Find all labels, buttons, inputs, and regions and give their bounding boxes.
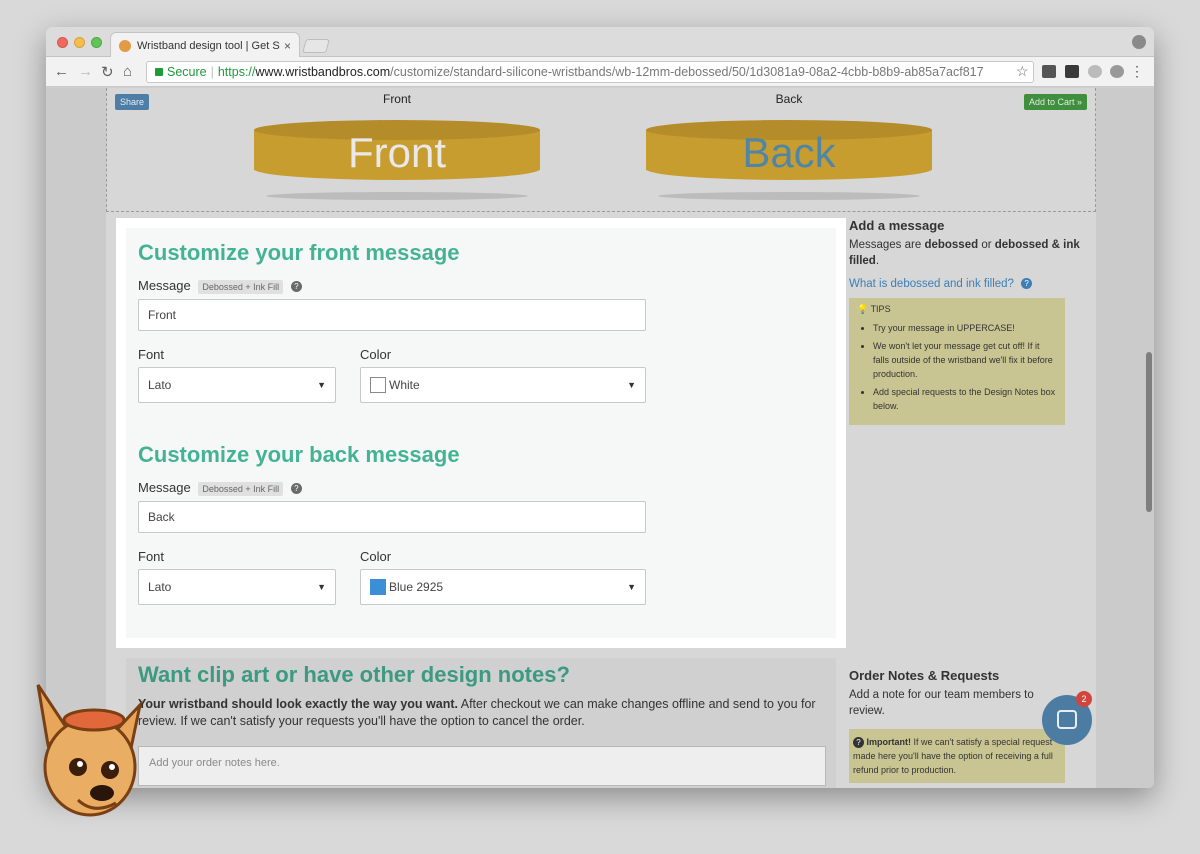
- important-box: ? Important! If we can't satisfy a speci…: [849, 729, 1065, 783]
- wristband-preview: Share Add to Cart » Front Back Front Bac…: [106, 88, 1096, 212]
- order-notes-text: Add a note for our team members to revie…: [849, 689, 1034, 717]
- circle-extension-icon[interactable]: [1110, 65, 1124, 78]
- order-notes-textarea[interactable]: Add your order notes here.: [138, 746, 826, 786]
- customize-panel-inner: Customize your front message Message Deb…: [126, 228, 836, 638]
- tips-box: 💡 TIPS Try your message in UPPERCASE! We…: [849, 298, 1065, 425]
- scrollbar[interactable]: [1144, 88, 1154, 788]
- page-content: Share Add to Cart » Front Back Front Bac…: [106, 88, 1096, 788]
- chevron-down-icon: ▼: [317, 582, 326, 592]
- maximize-window-button[interactable]: [91, 37, 102, 48]
- back-font-value: Lato: [148, 580, 172, 594]
- cloud-extension-icon[interactable]: [1088, 65, 1102, 78]
- front-font-value: Lato: [148, 378, 172, 392]
- front-color-value: White: [389, 378, 420, 392]
- url-host: www.wristbandbros.com: [255, 65, 391, 79]
- mail-extension-icon[interactable]: [1065, 65, 1079, 78]
- share-button[interactable]: Share: [115, 94, 150, 110]
- front-section-title: Customize your front message: [138, 240, 460, 265]
- back-font-select[interactable]: Lato ▼: [138, 569, 336, 605]
- add-to-cart-button[interactable]: Add to Cart »: [1023, 94, 1087, 110]
- order-notes-heading: Order Notes & Requests: [849, 668, 1000, 683]
- front-label: Front: [382, 92, 411, 106]
- help-icon[interactable]: ?: [290, 281, 302, 293]
- chat-button[interactable]: 2: [1042, 691, 1092, 745]
- browser-menu-icon[interactable]: ⋮: [1130, 63, 1144, 80]
- tab-title: Wristband design tool | Get St: [137, 39, 280, 52]
- front-color-swatch: [370, 376, 386, 393]
- design-notes-panel: Want clip art or have other design notes…: [126, 658, 836, 788]
- order-notes-sidebar: Order Notes & Requests Add a note for ou…: [849, 668, 1069, 783]
- chat-bubble-icon: [1057, 710, 1077, 729]
- favicon-icon: [119, 39, 131, 52]
- front-band-preview: Front: [254, 120, 540, 200]
- pocket-extension-icon[interactable]: [1042, 65, 1056, 78]
- back-message-label-row: Message Debossed + Ink Fill ?: [138, 480, 302, 496]
- chihuahua-mascot-logo: [36, 684, 143, 817]
- design-notes-text: Your wristband should look exactly the w…: [138, 697, 816, 728]
- browser-toolbar: ← → ↻ ⌂ Secure | https://www.wristbandbros…: [46, 57, 1154, 87]
- reload-icon[interactable]: ↻: [101, 63, 114, 81]
- browser-tab[interactable]: Wristband design tool | Get St ×: [110, 32, 300, 58]
- tab-close-icon[interactable]: ×: [284, 39, 291, 53]
- back-band-text: Back: [742, 129, 836, 176]
- design-notes-title: Want clip art or have other design notes…: [138, 662, 570, 687]
- back-color-swatch: [370, 578, 386, 595]
- add-message-text: Messages are debossed or debossed & ink …: [849, 239, 1080, 267]
- close-window-button[interactable]: [57, 37, 68, 48]
- back-color-value: Blue 2925: [389, 580, 444, 594]
- front-font-label: Font: [138, 347, 165, 362]
- back-label: Back: [775, 92, 803, 106]
- chat-unread-badge: 2: [1076, 691, 1092, 707]
- back-message-input[interactable]: Back: [138, 501, 646, 533]
- lightbulb-icon: 💡: [857, 304, 869, 314]
- scrollbar-thumb[interactable]: [1146, 352, 1152, 512]
- customize-panel: Customize your front message Message Deb…: [116, 218, 846, 648]
- forward-arrow-icon[interactable]: →: [78, 63, 93, 80]
- chevron-down-icon: ▼: [627, 380, 636, 390]
- list-item: We won't let your message get cut off! I…: [873, 339, 1057, 381]
- info-icon: ?: [853, 737, 864, 749]
- front-message-label: Message: [138, 278, 191, 293]
- help-icon[interactable]: ?: [290, 483, 302, 495]
- back-font-label: Font: [138, 549, 165, 564]
- help-icon: ?: [1021, 278, 1033, 290]
- tab-bar: Wristband design tool | Get St ×: [46, 27, 1154, 58]
- tips-list: Try your message in UPPERCASE! We won't …: [857, 321, 1057, 413]
- debossed-info-link[interactable]: What is debossed and ink filled? ?: [849, 278, 1089, 290]
- back-color-label: Color: [360, 549, 392, 564]
- front-band-text: Front: [347, 129, 447, 176]
- back-color-select[interactable]: Blue 2925 ▼: [360, 569, 646, 605]
- back-section-title: Customize your back message: [138, 442, 460, 467]
- url-scheme: https://: [217, 65, 256, 79]
- secure-label: Secure: [167, 65, 207, 79]
- chevron-down-icon: ▼: [317, 380, 326, 390]
- url-path: /customize/standard-silicone-wristbands/…: [390, 65, 984, 79]
- message-help-sidebar: Add a message Messages are debossed or d…: [849, 218, 1089, 425]
- front-message-input[interactable]: Front: [138, 299, 646, 331]
- browser-window: Wristband design tool | Get St × ← → ↻ ⌂…: [46, 27, 1154, 788]
- back-band-preview: Back: [646, 120, 932, 200]
- bookmark-star-icon[interactable]: ☆: [1016, 63, 1029, 80]
- front-message-badge: Debossed + Ink Fill: [198, 279, 284, 294]
- front-color-label: Color: [360, 347, 392, 362]
- back-message-label: Message: [138, 480, 191, 495]
- back-arrow-icon[interactable]: ←: [54, 63, 69, 80]
- front-message-label-row: Message Debossed + Ink Fill ?: [138, 278, 302, 294]
- profile-icon[interactable]: [1132, 35, 1146, 49]
- front-font-select[interactable]: Lato ▼: [138, 367, 336, 403]
- lock-icon: [155, 68, 163, 76]
- page-viewport: Share Add to Cart » Front Back Front Bac…: [46, 88, 1154, 788]
- back-message-badge: Debossed + Ink Fill: [198, 481, 284, 496]
- minimize-window-button[interactable]: [74, 37, 85, 48]
- front-color-select[interactable]: White ▼: [360, 367, 646, 403]
- list-item: Try your message in UPPERCASE!: [873, 321, 1057, 335]
- list-item: Add special requests to the Design Notes…: [873, 385, 1057, 413]
- chevron-down-icon: ▼: [627, 582, 636, 592]
- address-bar[interactable]: Secure | https://www.wristbandbros.com/cus…: [146, 61, 1034, 83]
- home-icon[interactable]: ⌂: [123, 63, 132, 80]
- new-tab-button[interactable]: [302, 39, 330, 53]
- add-message-heading: Add a message: [849, 218, 945, 233]
- tips-title: 💡 TIPS: [857, 304, 891, 314]
